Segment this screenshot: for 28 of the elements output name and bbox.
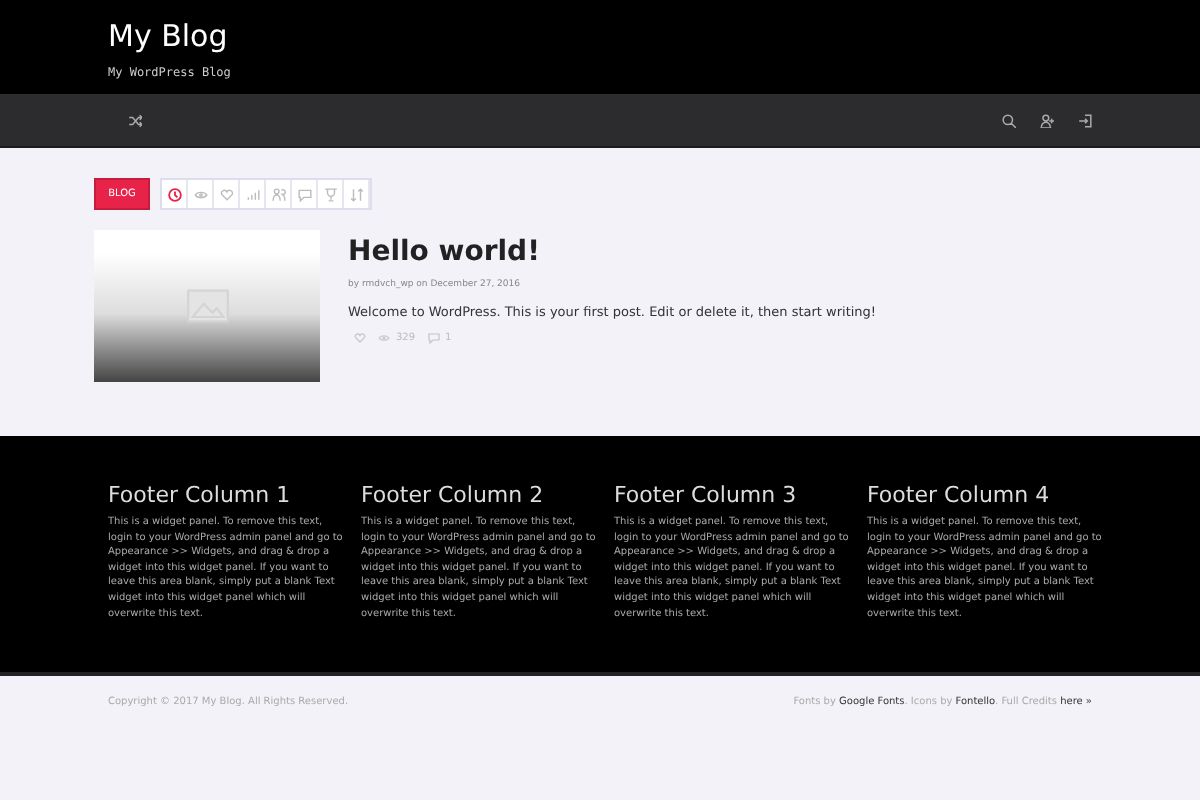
post-title[interactable]: Hello world! (348, 236, 877, 268)
site-title[interactable]: My Blog (108, 18, 228, 54)
sort-icon (349, 187, 363, 201)
users-filter-button[interactable] (266, 180, 292, 208)
heart-icon (219, 187, 233, 201)
eye-filter-button[interactable] (188, 180, 214, 208)
users-icon (271, 187, 285, 201)
shuffle-icon[interactable] (128, 113, 142, 127)
clock-filter-button[interactable] (162, 180, 188, 208)
eye-icon (378, 332, 390, 344)
eye-icon (193, 187, 207, 201)
image-placeholder[interactable] (94, 230, 320, 382)
footer-heading: Footer Column 3 (614, 482, 799, 508)
footer-heading: Footer Column 2 (361, 482, 546, 508)
bars-icon (245, 187, 259, 201)
comment-icon (297, 187, 311, 201)
login-icon[interactable] (1078, 113, 1092, 127)
clock-icon (167, 187, 181, 201)
footer-heading: Footer Column 1 (108, 482, 293, 508)
heart-icon[interactable] (354, 332, 366, 344)
footer-heading: Footer Column 4 (867, 482, 1052, 508)
comment-icon (427, 332, 440, 344)
image-icon (185, 284, 229, 328)
heart-filter-button[interactable] (214, 180, 240, 208)
trophy-icon (323, 187, 337, 201)
search-icon[interactable] (1002, 113, 1016, 127)
comment-filter-button[interactable] (292, 180, 318, 208)
user-add-icon[interactable] (1040, 113, 1054, 127)
